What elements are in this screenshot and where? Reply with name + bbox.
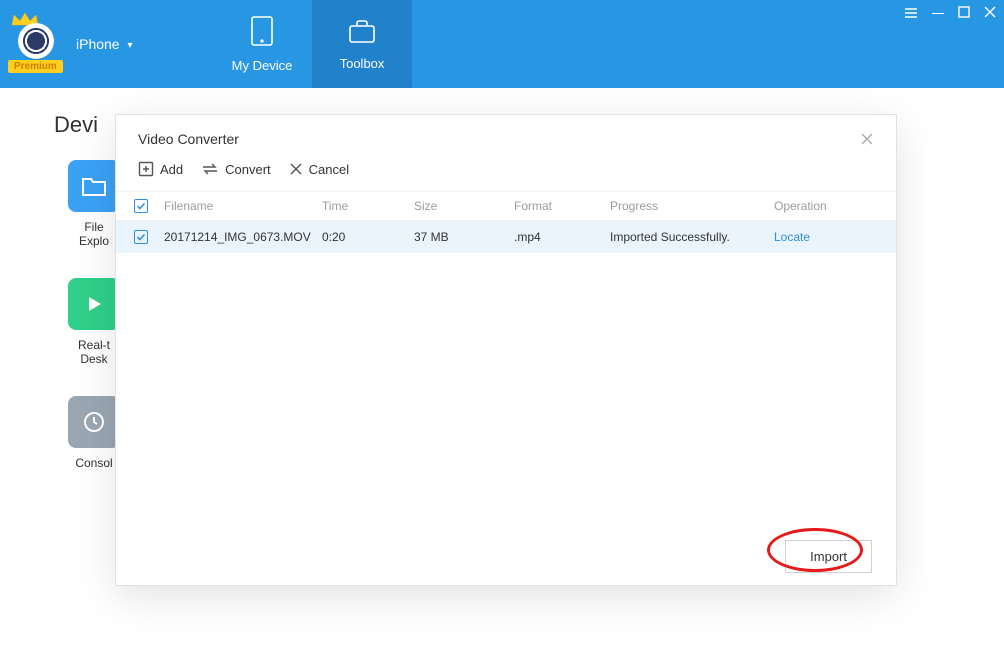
tab-toolbox[interactable]: Toolbox (312, 0, 412, 88)
device-selector[interactable]: iPhone ▾ (76, 36, 133, 52)
cell-progress: Imported Successfully. (610, 230, 774, 244)
row-checkbox[interactable] (134, 230, 148, 244)
toolbox-icon (347, 17, 377, 48)
button-label: Convert (225, 162, 271, 177)
table-row: 20171214_IMG_0673.MOV 0:20 37 MB .mp4 Im… (116, 221, 896, 253)
plus-square-icon (138, 161, 154, 177)
cancel-button[interactable]: Cancel (289, 161, 349, 177)
add-button[interactable]: Add (138, 161, 183, 177)
video-converter-modal: Video Converter Add Convert Cancel Filen… (116, 115, 896, 585)
cell-format: .mp4 (514, 230, 610, 244)
col-progress: Progress (610, 199, 774, 213)
play-icon (83, 293, 105, 315)
modal-title: Video Converter (138, 131, 860, 147)
modal-toolbar: Add Convert Cancel (116, 157, 896, 191)
x-icon (289, 162, 303, 176)
menu-icon[interactable] (904, 6, 918, 20)
nav-tabs: My Device Toolbox (212, 0, 412, 88)
tab-label: Toolbox (340, 56, 385, 71)
tab-my-device[interactable]: My Device (212, 0, 312, 88)
col-filename: Filename (164, 199, 322, 213)
modal-close-button[interactable] (860, 132, 874, 146)
premium-ribbon: Premium (8, 60, 63, 73)
cell-filename: 20171214_IMG_0673.MOV (164, 230, 322, 244)
col-size: Size (414, 199, 514, 213)
minimize-button[interactable] (932, 13, 944, 20)
select-all-checkbox[interactable] (134, 199, 148, 213)
locate-link[interactable]: Locate (774, 230, 810, 244)
modal-footer: Import (785, 540, 872, 573)
check-icon (136, 232, 146, 242)
console-icon (82, 410, 106, 434)
app-logo: Premium (10, 9, 70, 79)
window-controls (904, 6, 996, 20)
check-icon (136, 201, 146, 211)
folder-icon (81, 175, 107, 197)
table-header: Filename Time Size Format Progress Opera… (116, 191, 896, 221)
cell-time: 0:20 (322, 230, 414, 244)
col-format: Format (514, 199, 610, 213)
button-label: Add (160, 162, 183, 177)
maximize-button[interactable] (958, 6, 970, 20)
cell-operation: Locate (774, 230, 878, 244)
cell-size: 37 MB (414, 230, 514, 244)
button-label: Cancel (309, 162, 349, 177)
modal-header: Video Converter (116, 115, 896, 157)
col-operation: Operation (774, 199, 878, 213)
top-bar: Premium iPhone ▾ My Device Toolbox (0, 0, 1004, 88)
caret-down-icon: ▾ (127, 40, 132, 51)
import-button[interactable]: Import (785, 540, 872, 573)
col-time: Time (322, 199, 414, 213)
convert-button[interactable]: Convert (201, 161, 271, 177)
device-label: iPhone (76, 36, 120, 52)
window-close-button[interactable] (984, 6, 996, 20)
brand-area: Premium iPhone ▾ (0, 0, 212, 88)
swap-icon (201, 162, 219, 176)
tablet-icon (249, 15, 275, 50)
tab-label: My Device (232, 58, 293, 73)
